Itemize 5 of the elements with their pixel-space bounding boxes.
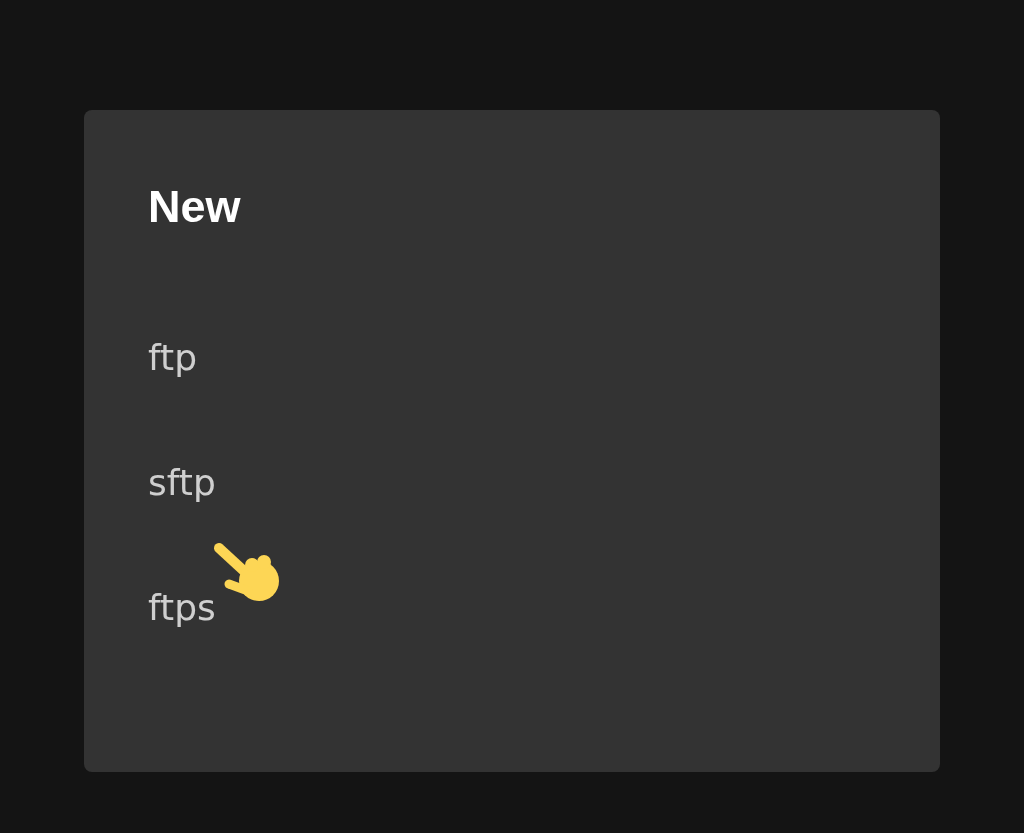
menu-option[interactable]: sftp	[148, 461, 216, 505]
pointing-hand-icon	[214, 543, 280, 603]
menu-option[interactable]: ftp	[148, 336, 197, 380]
menu-option[interactable]: ftps	[148, 586, 216, 630]
dialog-title: New	[148, 180, 241, 234]
